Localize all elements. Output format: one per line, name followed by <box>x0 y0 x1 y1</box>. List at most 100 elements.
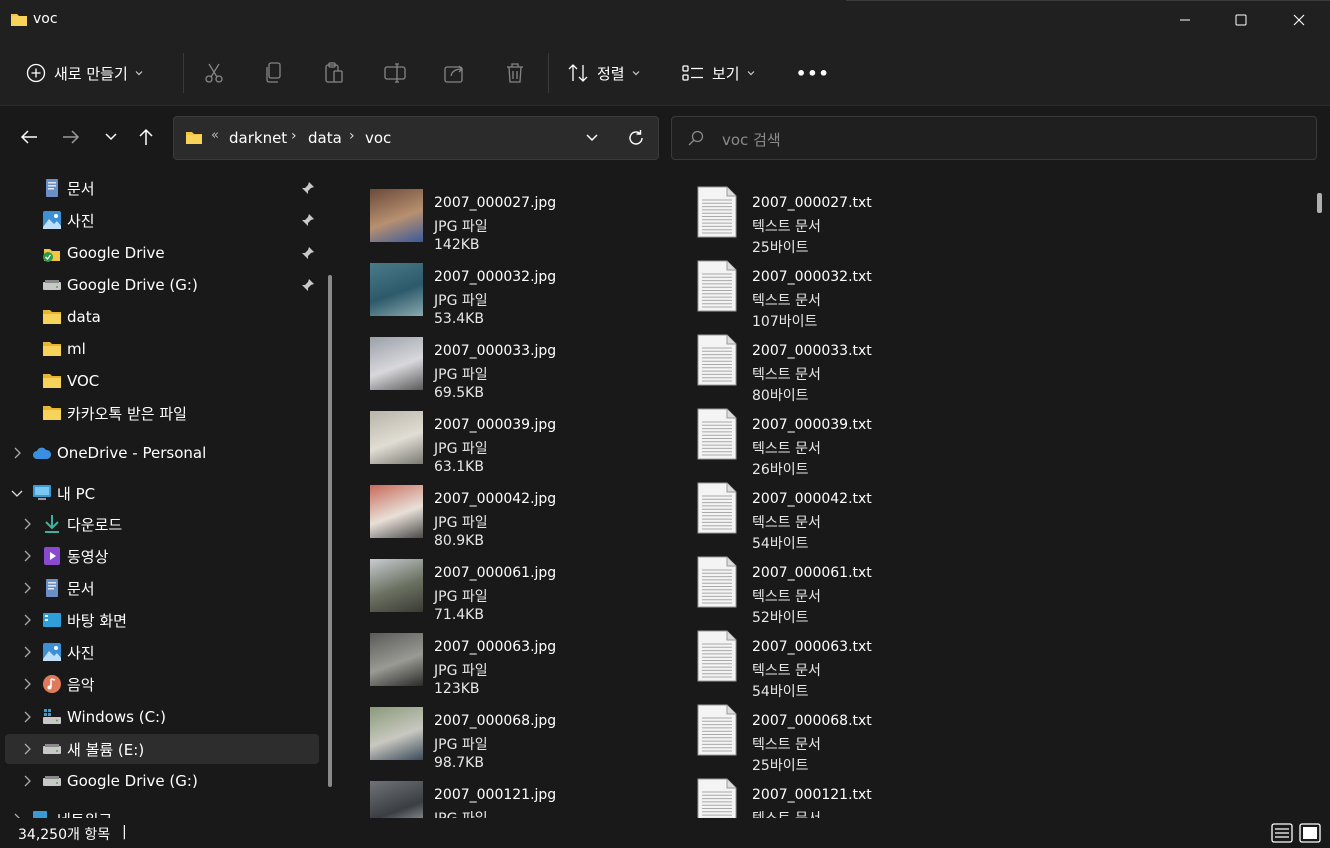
chevron-down-icon <box>632 71 640 76</box>
sidebar-item-volume-e[interactable]: 새 볼륨 (E:) <box>5 734 319 764</box>
share-button[interactable] <box>444 53 466 93</box>
sidebar-item-music[interactable]: 음악 <box>0 669 320 699</box>
sidebar-item-pictures-pc[interactable]: 사진 <box>0 637 320 667</box>
new-button-label: 새로 만들기 <box>54 64 128 83</box>
sidebar-item-voc[interactable]: VOC <box>0 366 320 396</box>
breadcrumb-separator-icon[interactable]: › <box>349 128 355 144</box>
file-item-txt[interactable]: 2007_000032.txt 텍스트 문서 107바이트 <box>688 256 988 330</box>
search-box[interactable]: voc 검색 <box>671 116 1317 160</box>
chevron-right-icon[interactable] <box>20 645 34 659</box>
file-item-txt[interactable]: 2007_000063.txt 텍스트 문서 54바이트 <box>688 626 988 700</box>
file-size: 25바이트 <box>752 240 809 256</box>
sidebar-item-videos[interactable]: 동영상 <box>0 541 320 571</box>
chevron-right-icon[interactable] <box>20 742 34 756</box>
file-item-jpg[interactable]: 2007_000061.jpg JPG 파일 71.4KB <box>370 552 670 623</box>
file-item-txt[interactable]: 2007_000039.txt 텍스트 문서 26바이트 <box>688 404 988 478</box>
back-button[interactable] <box>14 122 44 152</box>
sidebar-item-onedrive[interactable]: OneDrive - Personal <box>0 438 320 468</box>
more-options-button[interactable]: ••• <box>796 53 830 93</box>
address-bar[interactable]: « darknet › data › voc <box>173 116 659 160</box>
recent-locations-button[interactable] <box>96 122 126 152</box>
copy-button[interactable] <box>265 53 283 93</box>
sidebar-item-google-drive-g-pc[interactable]: Google Drive (G:) <box>0 766 320 796</box>
file-list[interactable]: 2007_000027.jpg JPG 파일 142KB 2007_000027.tx… <box>342 170 1330 818</box>
sidebar-item-label: VOC <box>67 372 100 390</box>
file-item-jpg[interactable]: 2007_000033.jpg JPG 파일 69.5KB <box>370 330 670 401</box>
file-item-txt[interactable]: 2007_000061.txt 텍스트 문서 52바이트 <box>688 552 988 626</box>
sidebar-item-documents[interactable]: 문서 <box>0 173 320 203</box>
cut-button[interactable] <box>204 53 224 93</box>
file-item-jpg[interactable]: 2007_000027.jpg JPG 파일 142KB <box>370 182 670 253</box>
file-type: JPG 파일 <box>434 663 488 679</box>
search-placeholder: voc 검색 <box>722 131 781 149</box>
minimize-button[interactable] <box>1156 0 1214 40</box>
pin-icon[interactable] <box>301 278 315 296</box>
chevron-right-icon[interactable] <box>20 613 34 627</box>
close-button[interactable] <box>1270 0 1328 40</box>
file-type: 텍스트 문서 <box>752 441 821 457</box>
address-dropdown-icon[interactable] <box>585 131 599 147</box>
sidebar-item-data[interactable]: data <box>0 302 320 332</box>
sidebar-item-pictures[interactable]: 사진 <box>0 205 320 235</box>
view-button[interactable]: 보기 <box>682 53 756 93</box>
sidebar-item-google-drive-g[interactable]: Google Drive (G:) <box>0 270 320 300</box>
thumbnail-view-button[interactable] <box>1299 823 1321 843</box>
chevron-right-icon[interactable] <box>20 581 34 595</box>
breadcrumb-item[interactable]: darknet <box>229 129 287 147</box>
chevron-right-icon[interactable] <box>20 677 34 691</box>
pin-icon[interactable] <box>301 246 315 264</box>
chevron-right-icon[interactable] <box>20 774 34 788</box>
file-item-jpg[interactable]: 2007_000032.jpg JPG 파일 53.4KB <box>370 256 670 327</box>
chevron-right-icon[interactable] <box>20 549 34 563</box>
file-item-jpg[interactable]: 2007_000121.jpg JPG 파일 <box>370 774 670 818</box>
sidebar-item-label: data <box>67 308 101 326</box>
rename-button[interactable] <box>384 53 406 93</box>
sidebar-item-desktop[interactable]: 바탕 화면 <box>0 605 320 635</box>
breadcrumb-item[interactable]: voc <box>365 129 391 147</box>
navigation-pane[interactable]: 문서 사진 Google Drive Google Drive (G:) dat… <box>0 170 340 818</box>
sidebar-item-ml[interactable]: ml <box>0 334 320 364</box>
file-item-txt[interactable]: 2007_000068.txt 텍스트 문서 25바이트 <box>688 700 988 774</box>
breadcrumb-overflow[interactable]: « <box>211 128 219 143</box>
sidebar-item-downloads[interactable]: 다운로드 <box>0 509 320 539</box>
details-view-button[interactable] <box>1271 823 1293 843</box>
file-name: 2007_000027.jpg <box>434 195 557 211</box>
chevron-right-icon[interactable] <box>10 446 24 460</box>
file-item-jpg[interactable]: 2007_000042.jpg JPG 파일 80.9KB <box>370 478 670 549</box>
chevron-right-icon[interactable] <box>20 517 34 531</box>
content-scrollbar[interactable] <box>1317 193 1322 213</box>
sidebar-item-label: 새 볼륨 (E:) <box>67 740 145 759</box>
paste-button[interactable] <box>324 53 344 93</box>
forward-button[interactable] <box>56 122 86 152</box>
file-name: 2007_000063.jpg <box>434 639 557 655</box>
sidebar-item-kakaotalk[interactable]: 카카오톡 받은 파일 <box>0 398 320 428</box>
pin-icon[interactable] <box>301 181 315 199</box>
file-item-jpg[interactable]: 2007_000068.jpg JPG 파일 98.7KB <box>370 700 670 771</box>
file-item-txt[interactable]: 2007_000027.txt 텍스트 문서 25바이트 <box>688 182 988 256</box>
refresh-icon[interactable] <box>626 128 646 152</box>
sidebar-item-network[interactable]: 네트워크 <box>0 804 320 818</box>
file-item-jpg[interactable]: 2007_000063.jpg JPG 파일 123KB <box>370 626 670 697</box>
sidebar-item-this-pc[interactable]: 내 PC <box>0 478 320 508</box>
file-size: 54바이트 <box>752 684 809 700</box>
sidebar-item-documents-pc[interactable]: 문서 <box>0 573 320 603</box>
chevron-right-icon[interactable] <box>20 710 34 724</box>
maximize-button[interactable] <box>1212 0 1270 40</box>
sort-button[interactable]: 정렬 <box>567 53 641 93</box>
file-item-txt[interactable]: 2007_000042.txt 텍스트 문서 54바이트 <box>688 478 988 552</box>
thumbnail-view-icon <box>1299 823 1321 843</box>
breadcrumb-separator-icon[interactable]: › <box>291 128 297 144</box>
file-item-jpg[interactable]: 2007_000039.jpg JPG 파일 63.1KB <box>370 404 670 475</box>
sidebar-item-windows-c[interactable]: Windows (C:) <box>0 702 320 732</box>
pin-icon[interactable] <box>301 213 315 231</box>
sidebar-scrollbar[interactable] <box>328 275 332 787</box>
up-button[interactable] <box>131 122 161 152</box>
file-item-txt[interactable]: 2007_000121.txt 텍스트 문서 <box>688 774 988 818</box>
sidebar-item-google-drive[interactable]: Google Drive <box>0 238 320 268</box>
new-button[interactable]: 새로 만들기 <box>26 53 144 93</box>
chevron-down-icon[interactable] <box>10 486 24 500</box>
breadcrumb-item[interactable]: data <box>308 129 342 147</box>
delete-button[interactable] <box>505 53 525 93</box>
sort-icon <box>568 64 588 82</box>
file-item-txt[interactable]: 2007_000033.txt 텍스트 문서 80바이트 <box>688 330 988 404</box>
